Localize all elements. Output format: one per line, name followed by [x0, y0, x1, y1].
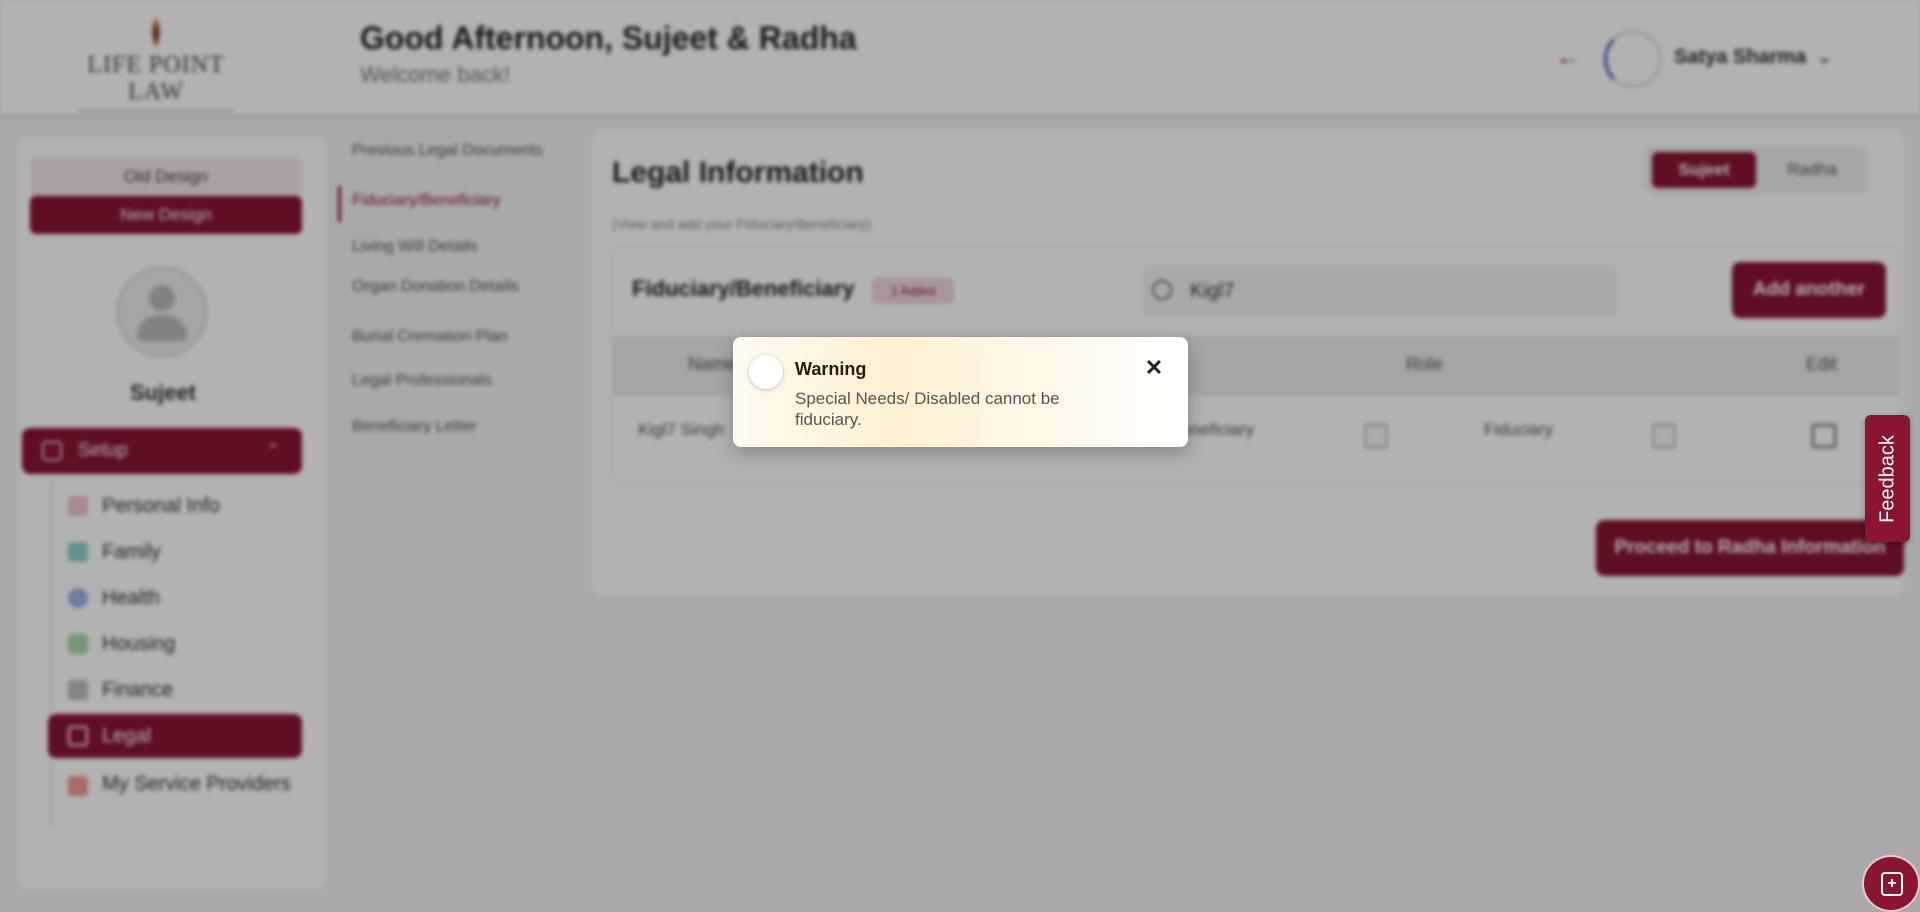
feedback-button[interactable]: Feedback	[1865, 415, 1910, 542]
toast-title: Warning	[795, 359, 867, 379]
calendar-add-button[interactable]: +	[1862, 855, 1920, 912]
modal-backdrop	[0, 0, 1920, 912]
calendar-plus-icon: +	[1881, 872, 1903, 896]
warning-icon	[749, 355, 783, 389]
feedback-label: Feedback	[1876, 434, 1898, 523]
close-icon[interactable]: ✕	[1141, 355, 1167, 381]
toast-message: Special Needs/ Disabled cannot be fiduci…	[795, 389, 1060, 429]
warning-toast: Warning Special Needs/ Disabled cannot b…	[733, 337, 1188, 447]
